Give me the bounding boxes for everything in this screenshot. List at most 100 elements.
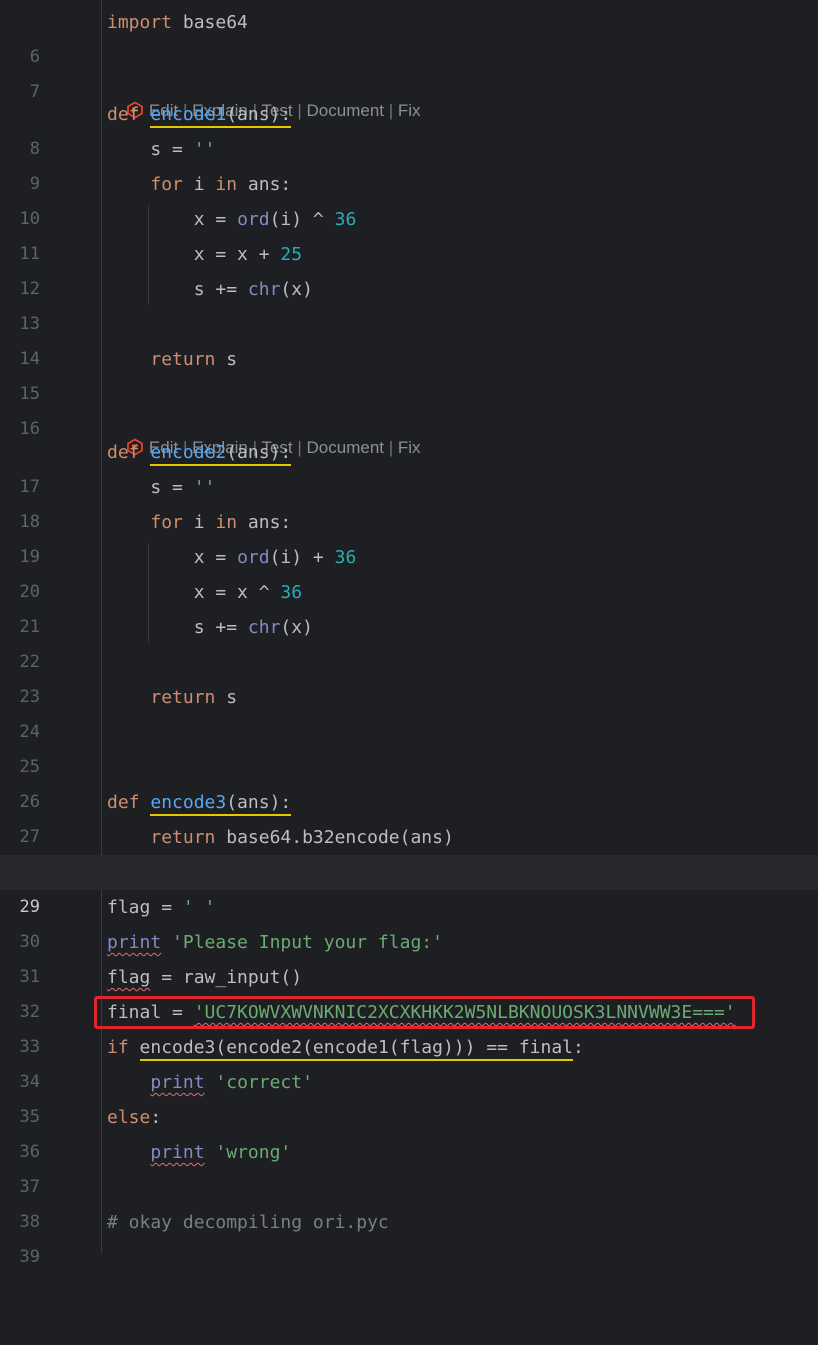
code-line-14[interactable]: 14 bbox=[0, 307, 818, 369]
number-literal: 36 bbox=[334, 547, 357, 568]
function-name[interactable]: encode1 bbox=[150, 104, 226, 125]
code-line-20[interactable]: 20 x = ord(i) + 36 bbox=[0, 540, 818, 602]
code-line-25[interactable]: 25 bbox=[0, 715, 818, 777]
string-literal: ' ' bbox=[182, 897, 216, 918]
highlight-box bbox=[94, 996, 755, 1029]
code-line-29-current[interactable]: 29 bbox=[0, 855, 818, 917]
code-text: s bbox=[215, 687, 238, 708]
code-line-23[interactable]: 23 bbox=[0, 645, 818, 707]
function-name[interactable]: encode2 bbox=[150, 442, 226, 463]
code-line-13[interactable]: 13 s += chr(x) bbox=[0, 272, 818, 334]
code-text: i bbox=[182, 174, 216, 195]
code-text: : bbox=[150, 1107, 162, 1128]
code-line-11[interactable]: 11 x = ord(i) ^ 36 bbox=[0, 202, 818, 264]
operator: + bbox=[302, 547, 335, 568]
code-text: s = bbox=[150, 139, 194, 160]
code-line-32[interactable]: 32 flag = raw_input() bbox=[0, 960, 818, 1022]
operator: ^ bbox=[247, 582, 281, 603]
code-text: i bbox=[182, 512, 216, 533]
code-line-6[interactable]: 6 import base64 bbox=[0, 5, 818, 67]
params: (ans): bbox=[226, 442, 292, 463]
builtin: print bbox=[150, 1142, 205, 1163]
code-text: ans: bbox=[237, 174, 292, 195]
code-text: (i) bbox=[269, 209, 303, 230]
string-literal: 'correct' bbox=[215, 1072, 313, 1093]
code-text: x = x bbox=[193, 582, 248, 603]
code-line-34[interactable]: 34 if encode3(encode2(encode1(flag))) ==… bbox=[0, 1030, 818, 1092]
code-lens-encode1: Edit | Explain | Test | Document | Fix bbox=[107, 75, 421, 120]
keyword: in bbox=[215, 512, 238, 533]
string-literal: 'wrong' bbox=[215, 1142, 292, 1163]
code-line-19[interactable]: 19 for i in ans: bbox=[0, 505, 818, 567]
code-line-37[interactable]: 37 print 'wrong' bbox=[0, 1135, 818, 1197]
builtin: ord bbox=[237, 209, 270, 230]
keyword: return bbox=[150, 827, 216, 848]
variable: flag bbox=[107, 967, 151, 988]
code-text: s += bbox=[193, 279, 248, 300]
code-lens-encode2: Edit | Explain | Test | Document | Fix bbox=[107, 412, 421, 457]
keyword: return bbox=[150, 349, 216, 370]
code-text: x = bbox=[193, 209, 238, 230]
code-line-27[interactable]: 27 def encode3(ans): bbox=[0, 785, 818, 847]
code-text: (x) bbox=[280, 279, 313, 300]
line-number: 39 bbox=[19, 1247, 40, 1267]
keyword: return bbox=[150, 687, 216, 708]
string-literal: 'Please Input your flag:' bbox=[172, 932, 443, 953]
code-line-15[interactable]: 15 return s bbox=[0, 342, 818, 404]
code-line-30[interactable]: 30 flag = ' ' bbox=[0, 890, 818, 952]
code-line-10[interactable]: 10 for i in ans: bbox=[0, 167, 818, 229]
code-line-26[interactable]: 26 bbox=[0, 750, 818, 812]
builtin: print bbox=[107, 932, 162, 953]
builtin: ord bbox=[237, 547, 270, 568]
code-line-18[interactable]: 18 s = '' bbox=[0, 470, 818, 532]
code-line-28[interactable]: 28 return base64.b32encode(ans) bbox=[0, 820, 818, 882]
keyword: def bbox=[107, 442, 140, 463]
code-line-21[interactable]: 21 x = x ^ 36 bbox=[0, 575, 818, 637]
code-line-35[interactable]: 35 print 'correct' bbox=[0, 1065, 818, 1127]
code-text: s bbox=[215, 349, 238, 370]
code-line-39[interactable]: 39 # okay decompiling ori.pyc bbox=[0, 1205, 818, 1267]
keyword: else bbox=[107, 1107, 151, 1128]
code-line-31[interactable]: 31 print 'Please Input your flag:' bbox=[0, 925, 818, 987]
keyword: for bbox=[150, 174, 183, 195]
code-editor[interactable]: 6 import base64 7 Edit | Explain | Test … bbox=[0, 0, 818, 1267]
code-line-12[interactable]: 12 x = x + 25 bbox=[0, 237, 818, 299]
code-text: (x) bbox=[280, 617, 313, 638]
number-literal: 36 bbox=[334, 209, 357, 230]
keyword: for bbox=[150, 512, 183, 533]
keyword: def bbox=[107, 104, 140, 125]
code-line-8[interactable]: 8 def encode1(ans): bbox=[0, 97, 818, 159]
operator: = bbox=[150, 897, 183, 918]
code-text: : bbox=[573, 1037, 584, 1058]
code-line-16[interactable]: 16 bbox=[0, 377, 818, 439]
code-text: x = bbox=[193, 547, 238, 568]
keyword: in bbox=[215, 174, 238, 195]
code-line-38[interactable]: 38 bbox=[0, 1170, 818, 1232]
params: (ans): bbox=[226, 792, 292, 813]
code-line-9[interactable]: 9 s = '' bbox=[0, 132, 818, 194]
operator: + bbox=[247, 244, 281, 265]
code-text: s = bbox=[150, 477, 194, 498]
code-line-24[interactable]: 24 return s bbox=[0, 680, 818, 742]
keyword: def bbox=[107, 792, 140, 813]
string-literal: '' bbox=[193, 139, 216, 160]
builtin: chr bbox=[247, 279, 281, 300]
code-line-17[interactable]: 17 def encode2(ans): bbox=[0, 435, 818, 497]
params: (ans): bbox=[226, 104, 292, 125]
code-text: s += bbox=[193, 617, 248, 638]
code-line-7[interactable]: 7 bbox=[0, 40, 818, 102]
code-text: encode3(encode2(encode1(flag))) == final bbox=[139, 1037, 574, 1061]
builtin: print bbox=[150, 1072, 205, 1093]
function-name[interactable]: encode3 bbox=[150, 792, 226, 813]
code-text: = raw_input() bbox=[150, 967, 303, 988]
keyword: if bbox=[107, 1037, 129, 1058]
code-line-36[interactable]: 36 else: bbox=[0, 1100, 818, 1162]
operator: ^ bbox=[302, 209, 335, 230]
code-text: base64.b32encode(ans) bbox=[215, 827, 454, 848]
builtin: chr bbox=[247, 617, 281, 638]
comment: # okay decompiling ori.pyc bbox=[107, 1212, 389, 1233]
code-line-22[interactable]: 22 s += chr(x) bbox=[0, 610, 818, 672]
keyword: import bbox=[107, 12, 173, 33]
number-literal: 25 bbox=[280, 244, 303, 265]
code-text: x = x bbox=[193, 244, 248, 265]
